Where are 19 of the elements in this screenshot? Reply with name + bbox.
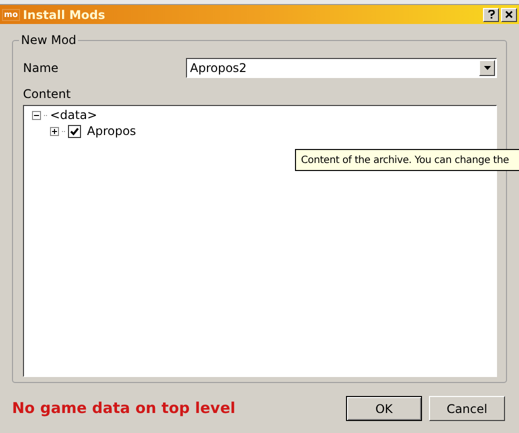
group-title: New Mod [19,33,78,47]
error-message: No game data on top level [12,398,236,420]
checkbox[interactable] [68,124,81,138]
help-button[interactable] [483,8,499,22]
tooltip: Content of the archive. You can change the [295,149,519,171]
dialog-button[interactable]: OK [346,396,422,421]
help-icon [488,10,494,19]
expand-icon[interactable] [50,126,59,136]
close-button[interactable] [501,8,517,22]
name-label: Name [23,60,60,77]
name-combobox[interactable]: Apropos2 [186,58,497,78]
collapse-icon[interactable] [32,110,41,120]
close-icon [505,11,513,18]
dialog-button[interactable]: Cancel [429,396,505,421]
content-label: Content [23,87,72,101]
window-title: Install Mods [22,6,106,24]
tree-item[interactable]: Apropos [87,124,136,138]
app-icon: mo [2,8,20,20]
tree-item[interactable]: <data> [50,108,98,122]
